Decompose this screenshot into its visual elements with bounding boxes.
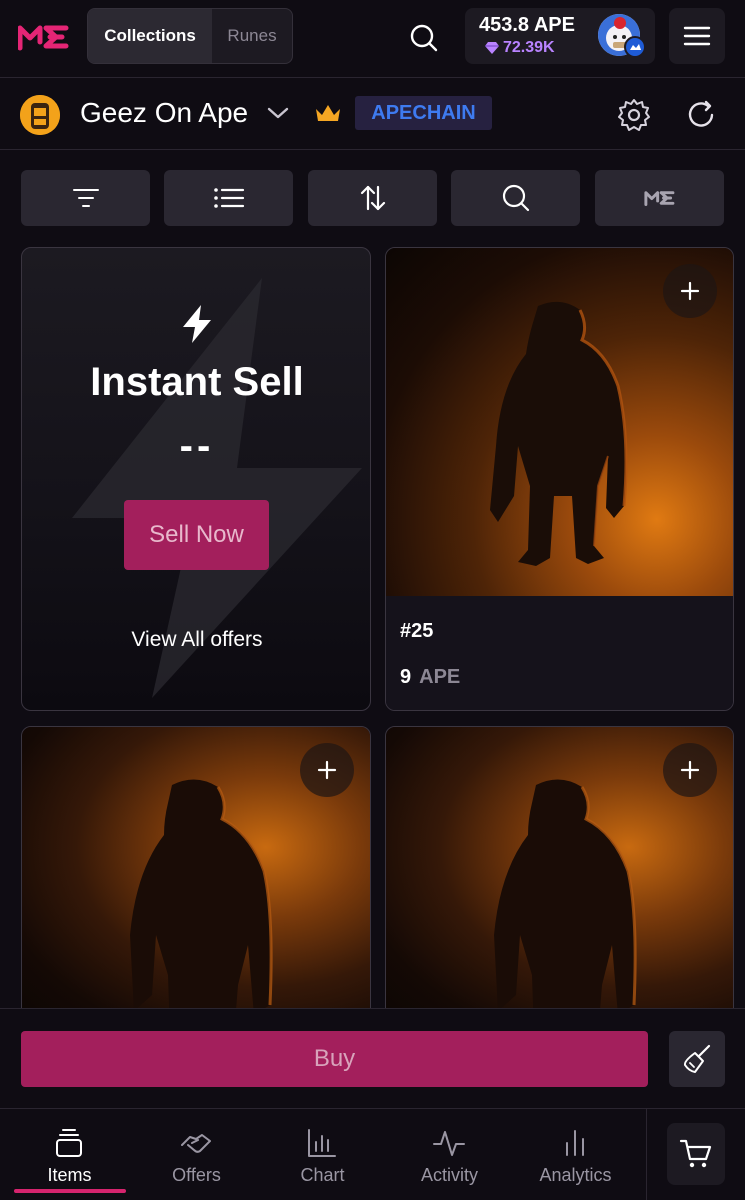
nav-activity-label: Activity xyxy=(420,1165,478,1185)
instant-sell-price: -- xyxy=(179,424,215,468)
gear-icon[interactable] xyxy=(615,96,653,134)
nft-name: #25 xyxy=(400,620,434,642)
plus-icon xyxy=(680,760,700,780)
search-icon xyxy=(502,184,529,212)
crown-icon xyxy=(316,105,340,121)
add-to-cart-button[interactable] xyxy=(300,743,354,797)
sweep-button[interactable] xyxy=(669,1031,725,1087)
nav-divider xyxy=(646,1109,647,1200)
filter-button[interactable] xyxy=(21,170,150,226)
plus-icon xyxy=(680,281,700,301)
top-bar: Collections Runes 453.8 APE 72.39K xyxy=(0,0,745,78)
list-view-icon xyxy=(213,188,244,208)
handshake-icon xyxy=(181,1134,211,1153)
view-all-offers-link[interactable]: View All offers xyxy=(22,628,370,652)
ape-balance: 453.8 APE xyxy=(479,14,575,36)
buy-bar: Buy xyxy=(0,1008,745,1108)
search-icon xyxy=(410,24,438,52)
gorilla-figure xyxy=(494,779,637,1025)
add-to-cart-button[interactable] xyxy=(663,743,717,797)
nav-chart-label: Chart xyxy=(300,1165,345,1185)
lightning-bolt-icon xyxy=(183,305,211,343)
nft-card[interactable] xyxy=(21,726,371,1026)
gorilla-figure xyxy=(130,779,273,1025)
activity-pulse-icon xyxy=(433,1131,465,1156)
app-page: Collections Runes 453.8 APE 72.39K Geez … xyxy=(0,0,745,1200)
nav-offers[interactable]: Offers xyxy=(134,1109,259,1200)
nav-items[interactable]: Items xyxy=(7,1109,132,1200)
magic-eden-logo[interactable] xyxy=(18,20,70,54)
chain-badge-icon xyxy=(624,36,646,58)
hamburger-menu-icon xyxy=(683,26,711,46)
add-to-cart-button[interactable] xyxy=(663,264,717,318)
sort-icon xyxy=(360,185,385,211)
nft-price-value: 9 xyxy=(400,666,412,688)
sort-button[interactable] xyxy=(308,170,437,226)
nft-price-currency: APE xyxy=(419,666,461,688)
nav-analytics[interactable]: Analytics xyxy=(513,1109,638,1200)
diamond-icon xyxy=(485,42,499,54)
gorilla-figure xyxy=(490,301,628,566)
search-items-button[interactable] xyxy=(451,170,580,226)
filter-icon xyxy=(72,189,99,207)
chevron-down-icon[interactable] xyxy=(266,103,290,123)
instant-sell-title: Instant Sell xyxy=(90,360,304,404)
broom-icon xyxy=(683,1044,711,1073)
nft-card[interactable]: #25 9 APE xyxy=(385,247,734,711)
active-tab-indicator xyxy=(14,1189,126,1193)
bar-chart-icon xyxy=(308,1129,336,1157)
list-view-button[interactable] xyxy=(164,170,293,226)
menu-button[interactable] xyxy=(669,8,725,64)
magic-eden-icon xyxy=(643,191,674,206)
instant-sell-card: Instant Sell -- Sell Now View All offers xyxy=(21,247,371,711)
tab-runes[interactable]: Runes xyxy=(212,9,292,63)
chain-badge: APECHAIN xyxy=(355,96,492,130)
nft-price: 9 APE xyxy=(400,666,460,689)
collection-header: Geez On Ape APECHAIN xyxy=(0,79,745,150)
items-stack-icon xyxy=(56,1129,82,1157)
tab-collections[interactable]: Collections xyxy=(88,9,212,63)
nft-card[interactable] xyxy=(385,726,734,1026)
buy-button[interactable]: Buy xyxy=(21,1031,648,1087)
sell-now-button[interactable]: Sell Now xyxy=(124,500,269,570)
nav-offers-label: Offers xyxy=(172,1165,221,1185)
nav-activity[interactable]: Activity xyxy=(387,1109,512,1200)
cart-button[interactable] xyxy=(667,1123,725,1185)
nav-items-label: Items xyxy=(47,1165,92,1185)
magic-eden-button[interactable] xyxy=(595,170,724,226)
collections-runes-toggle: Collections Runes xyxy=(87,8,293,64)
nav-analytics-label: Analytics xyxy=(539,1165,612,1185)
bottom-nav: Items Offers Chart Activity Analytics xyxy=(0,1108,745,1200)
nft-info: #25 9 APE xyxy=(386,596,733,710)
refresh-icon[interactable] xyxy=(682,96,720,134)
search-button[interactable] xyxy=(404,18,444,58)
cart-icon xyxy=(679,1139,712,1168)
plus-icon xyxy=(317,760,337,780)
collection-name[interactable]: Geez On Ape xyxy=(80,97,248,129)
collection-logo xyxy=(20,95,60,135)
nav-chart[interactable]: Chart xyxy=(260,1109,385,1200)
points-balance: 72.39K xyxy=(503,39,555,56)
analytics-bars-icon xyxy=(566,1130,584,1156)
